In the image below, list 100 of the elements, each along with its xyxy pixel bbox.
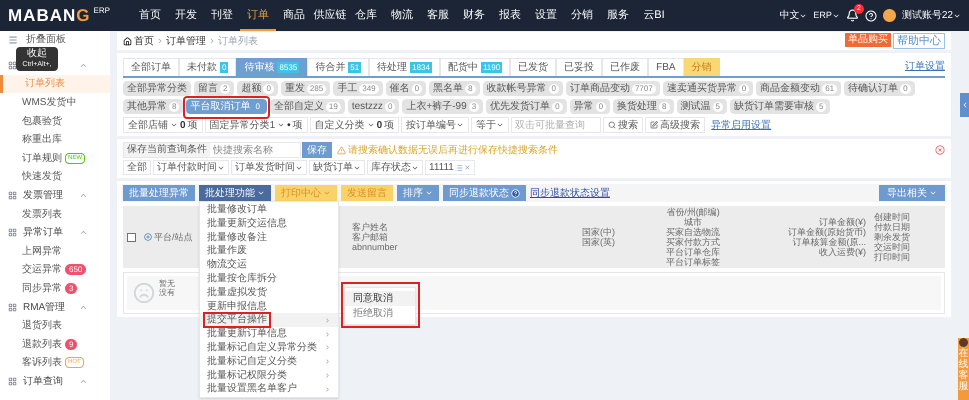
search-input[interactable]: 双击可批量查询	[511, 117, 602, 133]
status-tab[interactable]: 已妥投	[556, 58, 602, 76]
menu-item[interactable]: 物流交运	[200, 258, 338, 272]
sidebar-item[interactable]: 快速发货	[0, 168, 110, 186]
avatar[interactable]	[882, 9, 896, 22]
quick-search-input[interactable]: 快捷搜索名称	[210, 143, 300, 157]
exception-filter-chip[interactable]: 催名 0	[386, 81, 426, 96]
sync-settings-link[interactable]: 同步退款状态设置	[530, 186, 610, 200]
action-button[interactable]: 批处理功能	[199, 185, 271, 201]
menu-item[interactable]: 批量更新交运信息	[200, 216, 338, 231]
side-collapse-tab[interactable]	[960, 93, 969, 117]
status-tab[interactable]: 待处理 1834	[369, 58, 440, 76]
saved-filter-tag[interactable]: 11111	[425, 160, 475, 175]
quick-search-field[interactable]: 保存当前查询条件 快捷搜索名称	[123, 142, 301, 158]
status-tab[interactable]: FBA	[648, 58, 684, 76]
exception-filter-chip[interactable]: 异常 0	[570, 99, 610, 114]
help-center-button[interactable]: 帮助中心	[893, 33, 945, 49]
sidebar-item[interactable]: 发票列表	[0, 204, 110, 224]
sidebar-item[interactable]: 退货列表	[0, 316, 110, 335]
menu-item[interactable]: 批量按仓库拆分	[200, 272, 338, 286]
exception-filter-chip[interactable]: 优先发货订单 0	[486, 99, 567, 114]
menu-item[interactable]: 批量标记自定义异常分类	[200, 340, 338, 355]
menu-item[interactable]: 批量更新订单信息	[200, 327, 338, 341]
close-icon[interactable]	[935, 145, 945, 155]
exception-filter-chip[interactable]: 黑名单 8	[429, 81, 480, 96]
exception-filter-chip[interactable]: 收款帐号异常 0	[482, 81, 563, 96]
nav-item[interactable]: 刊登	[204, 0, 240, 31]
nav-item[interactable]: 商品	[276, 0, 312, 31]
nav-item[interactable]: 云BI	[636, 0, 672, 31]
exception-filter-chip[interactable]: 上衣+裤子-99 3	[402, 99, 484, 114]
expand-icon[interactable]	[144, 233, 152, 241]
nav-item[interactable]: 设置	[528, 0, 564, 31]
status-tab[interactable]: 未付款 0	[179, 58, 236, 76]
nav-item[interactable]: 供应链	[312, 0, 348, 31]
exception-filter-chip[interactable]: 全部异常分类	[123, 81, 191, 96]
search-button[interactable]: 搜索	[603, 117, 644, 133]
sidebar-item[interactable]: WMS发货中	[0, 93, 110, 112]
breadcrumb-link[interactable]: 订单管理	[166, 34, 206, 48]
quick-filter-dropdown[interactable]: 订单付款时间	[153, 160, 229, 175]
status-tab[interactable]: 已发货	[510, 58, 556, 76]
exception-filter-chip[interactable]: 其他异常 8	[123, 99, 184, 114]
sidebar-item[interactable]: 上网异常	[0, 242, 110, 261]
collapse-panel-label[interactable]: 折叠面板	[26, 32, 66, 47]
sidebar-item[interactable]: 称重出库	[0, 130, 110, 149]
sidebar-item[interactable]: 包裹验货	[0, 112, 110, 130]
menu-item[interactable]: 提交平台操作	[200, 313, 338, 328]
help-icon[interactable]	[864, 10, 877, 22]
nav-item[interactable]: 分销	[564, 0, 600, 31]
filter-dropdown[interactable]: 自定义分类 0 项	[310, 117, 400, 133]
exception-filter-chip[interactable]: 超额 0	[237, 81, 278, 96]
quick-filter-dropdown[interactable]: 缺货订单	[309, 160, 365, 175]
status-tab[interactable]: 全部订单	[123, 58, 179, 76]
exception-filter-chip[interactable]: 留言 2	[194, 81, 234, 96]
exception-filter-chip[interactable]: 手工 349	[333, 81, 383, 96]
exception-filter-chip[interactable]: 缺货订单需要审核 5	[730, 99, 830, 114]
nav-item[interactable]: 物流	[384, 0, 420, 31]
menu-item[interactable]: 批量修改备注	[200, 230, 338, 244]
filter-dropdown[interactable]: 固定异常分类1 • 项	[204, 117, 308, 133]
sidebar-group[interactable]: 订单查询	[23, 374, 63, 389]
exception-filter-chip[interactable]: 全部自定义 19	[270, 99, 345, 114]
exception-filter-chip[interactable]: 重发 285	[280, 81, 330, 96]
menu-item[interactable]: 批量修改订单	[200, 203, 338, 217]
nav-item[interactable]: 客服	[420, 0, 456, 31]
menu-item[interactable]: 批量虚拟发货	[200, 286, 338, 300]
exception-filter-chip[interactable]: 速卖通买货异常 0	[662, 81, 754, 96]
filter-dropdown[interactable]: 全部店铺 0 项	[123, 117, 203, 133]
menu-item[interactable]: 批量作废	[200, 244, 338, 258]
exception-filter-chip[interactable]: 商品金额变动 61	[756, 81, 842, 96]
order-settings-link[interactable]: 订单设置	[905, 59, 945, 74]
exception-filter-chip[interactable]: 订单商品变动 7707	[566, 81, 660, 96]
sidebar-group[interactable]: 发票管理	[23, 188, 63, 203]
operator-select[interactable]: 等于	[471, 117, 510, 133]
close-icon[interactable]	[464, 164, 471, 171]
exception-settings-link[interactable]: 异常启用设置	[711, 118, 772, 132]
quick-filter-dropdown[interactable]: 库存状态	[367, 160, 423, 175]
status-tab[interactable]: 配货中 1190	[440, 58, 510, 76]
menu-item[interactable]: 批量标记权限分类	[200, 368, 338, 382]
quick-filter-dropdown[interactable]: 全部	[123, 160, 151, 175]
sidebar-item[interactable]: 交运异常 650	[0, 260, 110, 280]
system-select[interactable]: ERP	[813, 8, 840, 22]
nav-item[interactable]: 财务	[456, 0, 492, 31]
menu-item[interactable]: 更新申报信息	[200, 300, 338, 314]
sidebar-group[interactable]: RMA管理	[23, 300, 66, 315]
exception-filter-chip[interactable]: 换货处理 8	[613, 99, 674, 114]
exception-filter-chip[interactable]: 待确认订单 0	[844, 81, 915, 96]
menu-item[interactable]: 批量设置黑名单客户	[200, 382, 338, 396]
submenu-item[interactable]: 同意取消	[345, 291, 415, 306]
sidebar-item[interactable]: 退款列表 9	[0, 334, 110, 354]
menu-item[interactable]: 批量标记自定义分类	[200, 354, 338, 369]
exception-filter-chip[interactable]: testzzz 0	[348, 99, 400, 114]
search-field-select[interactable]: 按订单编号	[401, 117, 470, 133]
status-tab[interactable]: 待合并 51	[307, 58, 370, 76]
sidebar-item[interactable]: 同步异常 3	[0, 279, 110, 298]
menu-icon[interactable]	[8, 34, 18, 44]
language-select[interactable]: 中文	[779, 8, 808, 23]
nav-item[interactable]: 首页	[132, 0, 168, 31]
select-all-checkbox[interactable]	[127, 232, 136, 242]
nav-item[interactable]: 服务	[600, 0, 636, 31]
nav-item[interactable]: 仓库	[348, 0, 384, 31]
sidebar-group[interactable]: 异常订单	[23, 225, 63, 240]
